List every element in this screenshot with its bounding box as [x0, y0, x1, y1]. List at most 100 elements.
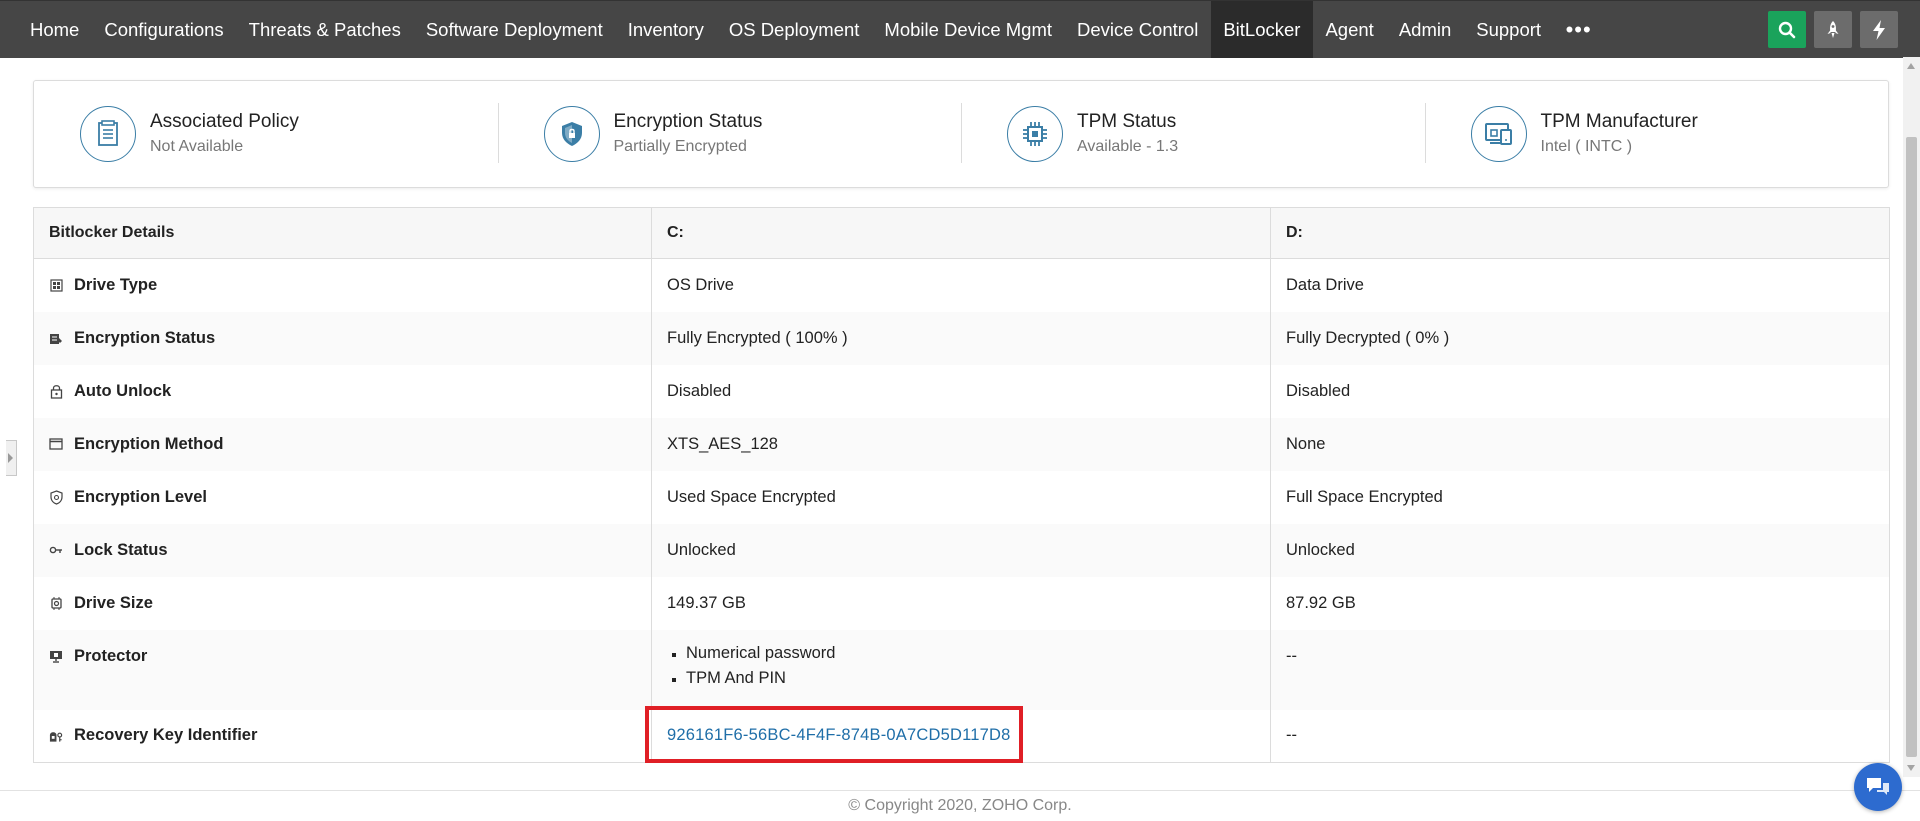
- search-icon: [1778, 21, 1796, 38]
- disk-icon: [49, 596, 63, 610]
- column-header-drive-c: C:: [651, 207, 1271, 259]
- row-label: Encryption Level: [49, 488, 636, 507]
- cell-c: XTS_AES_128: [651, 417, 1271, 471]
- table-row: Drive Size 149.37 GB 87.92 GB: [33, 576, 1890, 630]
- row-label-text: Drive Size: [74, 593, 153, 612]
- cell-d: --: [1270, 629, 1890, 710]
- lock-icon: [49, 384, 63, 399]
- table-row: Drive Type OS Drive Data Drive: [33, 258, 1890, 312]
- cell-c: Disabled: [651, 364, 1271, 418]
- list-item: Numerical password: [686, 641, 1255, 666]
- scroll-up-arrow-icon[interactable]: [1907, 63, 1915, 69]
- search-button[interactable]: [1768, 11, 1806, 48]
- monitor-icon: [49, 649, 63, 663]
- row-label-text: Lock Status: [74, 540, 168, 559]
- sidebar-toggle-handle[interactable]: [6, 440, 17, 476]
- nav-configurations[interactable]: Configurations: [92, 1, 236, 58]
- protector-list: Numerical password TPM And PIN: [667, 641, 1255, 691]
- cell-d: 87.92 GB: [1270, 576, 1890, 630]
- cell-c: 149.37 GB: [651, 576, 1271, 630]
- scroll-down-arrow-icon[interactable]: [1907, 765, 1915, 771]
- cell-d: None: [1270, 417, 1890, 471]
- row-label: Encryption Status: [49, 329, 636, 348]
- cell-d: Disabled: [1270, 364, 1890, 418]
- footer: © Copyright 2020, ZOHO Corp.: [0, 790, 1920, 818]
- row-label: Encryption Method: [49, 435, 636, 454]
- table-header-row: Bitlocker Details C: D:: [33, 207, 1890, 259]
- summary-title: TPM Status: [1077, 111, 1177, 132]
- cell-c: Used Space Encrypted: [651, 470, 1271, 524]
- recovery-key-highlight: [645, 706, 1023, 763]
- nav-bitlocker[interactable]: BitLocker: [1210, 1, 1313, 58]
- summary-title: TPM Manufacturer: [1540, 111, 1698, 132]
- key-icon: [49, 543, 63, 557]
- lightning-icon: [1873, 19, 1885, 40]
- table-row: Protector Numerical password TPM And PIN…: [33, 629, 1890, 710]
- devices-icon: [1470, 106, 1527, 162]
- row-label-text: Encryption Status: [74, 328, 216, 347]
- row-label: Drive Size: [49, 594, 636, 613]
- shield-level-icon: [49, 489, 63, 505]
- shield-icon: [543, 106, 600, 162]
- row-label-text: Encryption Level: [74, 487, 207, 506]
- nav-actions: [1768, 11, 1898, 48]
- nav-os-deployment[interactable]: OS Deployment: [716, 1, 872, 58]
- row-label-text: Recovery Key Identifier: [74, 726, 258, 745]
- row-label: Lock Status: [49, 541, 636, 560]
- chat-icon: [1867, 778, 1889, 795]
- summary-value: Partially Encrypted: [613, 138, 747, 155]
- column-header-details: Bitlocker Details: [33, 207, 652, 259]
- cell-d: Unlocked: [1270, 523, 1890, 577]
- nav-mobile-device-mgmt[interactable]: Mobile Device Mgmt: [872, 1, 1065, 58]
- row-label: Auto Unlock: [49, 382, 636, 401]
- summary-tpm-status: TPM Status Available - 1.3: [961, 81, 1425, 187]
- quick-launch-button[interactable]: [1814, 11, 1852, 48]
- nav-device-control[interactable]: Device Control: [1065, 1, 1211, 58]
- cell-c: Unlocked: [651, 523, 1271, 577]
- summary-value: Intel ( INTC ): [1540, 138, 1633, 155]
- nav-support[interactable]: Support: [1464, 1, 1554, 58]
- nav-software-deployment[interactable]: Software Deployment: [413, 1, 615, 58]
- summary-value: Not Available: [150, 138, 244, 155]
- summary-value: Available - 1.3: [1077, 138, 1179, 155]
- bitlocker-details-table: Bitlocker Details C: D: Drive Type OS Dr…: [33, 207, 1890, 763]
- table-row: Lock Status Unlocked Unlocked: [33, 523, 1890, 577]
- cell-d: Fully Decrypted ( 0% ): [1270, 311, 1890, 365]
- cell-d: --: [1270, 709, 1890, 763]
- scrollbar-thumb[interactable]: [1906, 137, 1917, 757]
- cell-c: Numerical password TPM And PIN: [651, 629, 1271, 710]
- top-navigation: Home Configurations Threats & Patches So…: [0, 0, 1920, 58]
- nav-admin[interactable]: Admin: [1386, 1, 1463, 58]
- summary-title: Associated Policy: [150, 111, 299, 132]
- row-label: Drive Type: [49, 276, 636, 295]
- summary-associated-policy: Associated Policy Not Available: [34, 81, 498, 187]
- nav-agent[interactable]: Agent: [1313, 1, 1386, 58]
- cell-c: Fully Encrypted ( 100% ): [651, 311, 1271, 365]
- row-label-text: Encryption Method: [74, 434, 224, 453]
- cell-c: OS Drive: [651, 258, 1271, 312]
- chip-icon: [1007, 106, 1063, 162]
- recovery-key-icon: [49, 729, 63, 743]
- row-label-text: Drive Type: [74, 275, 158, 294]
- nav-home[interactable]: Home: [0, 1, 92, 58]
- vertical-scrollbar[interactable]: [1903, 57, 1920, 777]
- summary-card: Associated Policy Not Available Encrypti…: [33, 80, 1889, 188]
- table-row: Encryption Status Fully Encrypted ( 100%…: [33, 311, 1890, 365]
- more-menu-icon[interactable]: •••: [1554, 1, 1604, 58]
- quick-actions-button[interactable]: [1860, 11, 1898, 48]
- column-header-drive-d: D:: [1270, 207, 1890, 259]
- encryption-icon: [49, 331, 63, 345]
- summary-encryption-status: Encryption Status Partially Encrypted: [497, 81, 962, 187]
- cell-d: Full Space Encrypted: [1270, 470, 1890, 524]
- table-row: Auto Unlock Disabled Disabled: [33, 364, 1890, 418]
- nav-threats-patches[interactable]: Threats & Patches: [236, 1, 413, 58]
- summary-title: Encryption Status: [613, 111, 763, 132]
- chat-button[interactable]: [1854, 763, 1902, 811]
- list-item: TPM And PIN: [686, 666, 1255, 691]
- row-label: Recovery Key Identifier: [49, 726, 636, 745]
- nav-inventory[interactable]: Inventory: [615, 1, 716, 58]
- window-icon: [49, 437, 63, 451]
- drive-icon: [49, 278, 63, 292]
- summary-tpm-manufacturer: TPM Manufacturer Intel ( INTC ): [1424, 81, 1889, 187]
- policy-document-icon: [80, 106, 136, 162]
